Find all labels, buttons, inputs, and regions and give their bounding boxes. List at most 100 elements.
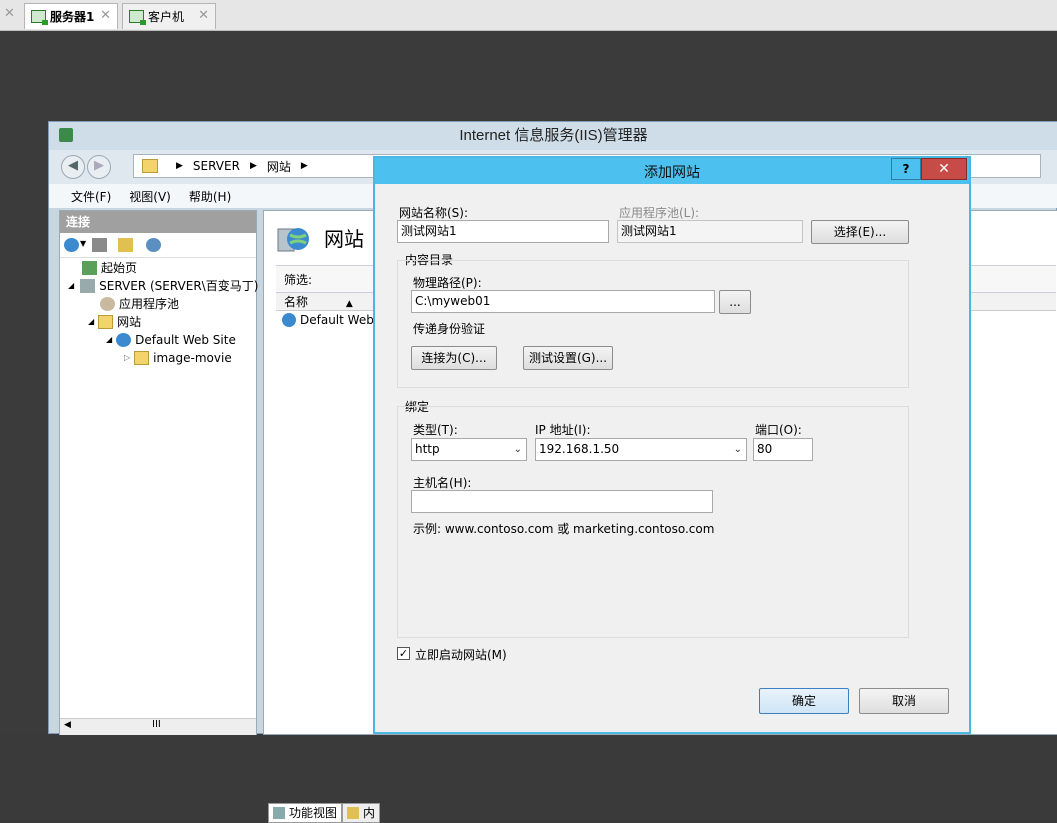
collapse-icon[interactable]: ▷: [124, 349, 130, 367]
sites-folder-icon: [98, 315, 114, 329]
disconnect-icon[interactable]: [146, 238, 161, 252]
chevron-right-icon: ▶: [249, 161, 257, 171]
up-folder-icon[interactable]: [118, 238, 133, 252]
app-pool-label: 应用程序池(L):: [619, 206, 700, 220]
vm-icon: [129, 10, 146, 25]
start-page-icon: [82, 261, 97, 275]
chevron-down-icon: ⌄: [733, 444, 742, 455]
horizontal-scrollbar[interactable]: ◀ III: [60, 718, 256, 735]
dialog-body: 网站名称(S): 测试网站1 应用程序池(L): 测试网站1 选择(E)... …: [379, 184, 965, 730]
breadcrumb-item[interactable]: 网站: [267, 158, 291, 175]
tab-label: 内: [363, 806, 376, 820]
vm-tab-label: 客户机: [148, 10, 185, 24]
tree-item-server[interactable]: ◢ SERVER (SERVER\百变马丁): [68, 277, 258, 295]
tree-item-label: 网站: [117, 315, 142, 329]
breadcrumb-item[interactable]: SERVER: [193, 159, 240, 173]
vm-tab-label: 服务器1: [50, 10, 95, 24]
ip-value: 192.168.1.50: [539, 442, 620, 456]
help-button[interactable]: ?: [891, 158, 921, 180]
tree-item-app-pools[interactable]: 应用程序池: [100, 295, 179, 313]
chevron-down-icon: ⌄: [513, 444, 522, 455]
chevron-right-icon: ▶: [176, 161, 183, 171]
iis-app-icon: [59, 128, 73, 142]
tree-item-image-movie[interactable]: ▷ image-movie: [124, 349, 232, 367]
vm-icon: [31, 10, 48, 25]
tree-item-default-web-site[interactable]: ◢ Default Web Site: [106, 331, 236, 349]
close-button[interactable]: ✕: [921, 158, 967, 180]
vm-tab-client[interactable]: 客户机 ✕: [122, 3, 216, 29]
tree-item-label: image-movie: [153, 351, 232, 365]
close-icon[interactable]: ✕: [4, 6, 15, 21]
connections-toolbar: ▼: [60, 233, 256, 258]
type-label: 类型(T):: [413, 423, 458, 437]
type-select[interactable]: http ⌄: [411, 438, 527, 461]
start-now-label[interactable]: 立即启动网站(M): [415, 646, 507, 663]
connections-header: 连接: [60, 211, 256, 233]
vm-tab-strip: ✕ 服务器1 ✕ 客户机 ✕: [0, 0, 1057, 31]
tree-item-label: SERVER (SERVER\百变马丁): [99, 279, 259, 293]
site-name-input[interactable]: 测试网站1: [397, 220, 609, 243]
tree-item-start-page[interactable]: 起始页: [82, 259, 137, 277]
content-view-icon: [347, 807, 360, 819]
tree-item-label: 起始页: [101, 261, 138, 275]
hostname-input[interactable]: [411, 490, 713, 513]
expand-icon[interactable]: ◢: [68, 277, 74, 295]
back-icon[interactable]: ◀: [61, 155, 85, 179]
app-pool-icon: [100, 297, 115, 311]
tab-content-view[interactable]: 内: [342, 803, 381, 823]
dialog-title: 添加网站: [375, 158, 969, 184]
scroll-thumb[interactable]: III: [152, 719, 161, 730]
expand-icon[interactable]: ◢: [106, 331, 112, 349]
vm-tab-server1[interactable]: 服务器1 ✕: [24, 3, 118, 29]
chevron-right-icon: ▶: [300, 161, 308, 171]
tree-item-label: Default Web Site: [135, 333, 236, 347]
connect-globe-icon[interactable]: [64, 238, 79, 252]
tree-item-label: 应用程序池: [119, 297, 180, 311]
test-settings-button[interactable]: 测试设置(G)...: [523, 346, 613, 370]
save-icon[interactable]: [92, 238, 107, 252]
server-icon: [80, 279, 96, 293]
ok-button[interactable]: 确定: [759, 688, 849, 714]
sort-ascending-icon: ▲: [345, 299, 353, 309]
connect-as-button[interactable]: 连接为(C)...: [411, 346, 497, 370]
browse-button[interactable]: ...: [719, 290, 751, 314]
features-view-icon: [273, 807, 285, 819]
forward-icon[interactable]: ▶: [87, 155, 111, 179]
menu-help[interactable]: 帮助(H): [189, 188, 231, 205]
view-tabs: 功能视图 内: [268, 803, 381, 823]
connections-panel: 连接 ▼ 起始页 ◢ SERVER (SERVER\百变马丁) 应用程序池 ◢ …: [59, 210, 258, 735]
physical-path-input[interactable]: C:\myweb01: [411, 290, 715, 313]
add-website-dialog: 添加网站 ? ✕ 网站名称(S): 测试网站1 应用程序池(L): 测试网站1 …: [373, 156, 971, 734]
site-name-label: 网站名称(S):: [399, 206, 469, 220]
table-row[interactable]: Default Web: [282, 313, 374, 327]
close-icon[interactable]: ✕: [198, 8, 209, 23]
menu-view[interactable]: 视图(V): [129, 188, 171, 205]
ip-address-label: IP 地址(I):: [535, 423, 591, 437]
example-text: 示例: www.contoso.com 或 marketing.contoso.…: [413, 522, 715, 536]
port-input[interactable]: 80: [753, 438, 813, 461]
close-icon[interactable]: ✕: [100, 8, 111, 23]
tab-features-view[interactable]: 功能视图: [268, 803, 343, 823]
site-name: Default Web: [300, 313, 374, 327]
window-title: Internet 信息服务(IIS)管理器: [49, 122, 1057, 150]
scroll-left-icon[interactable]: ◀: [64, 720, 71, 730]
select-app-pool-button[interactable]: 选择(E)...: [811, 220, 909, 244]
passthrough-auth-label: 传递身份验证: [413, 322, 486, 336]
globe-icon: [282, 313, 296, 327]
hostname-label: 主机名(H):: [413, 476, 472, 490]
start-now-checkbox[interactable]: ✓: [397, 647, 410, 660]
menu-file[interactable]: 文件(F): [71, 188, 111, 205]
tree-item-sites[interactable]: ◢ 网站: [88, 313, 141, 331]
folder-icon: [142, 159, 158, 173]
port-label: 端口(O):: [755, 423, 802, 437]
cancel-button[interactable]: 取消: [859, 688, 949, 714]
sites-globe-icon: [276, 223, 310, 255]
chevron-down-icon[interactable]: ▼: [80, 239, 86, 248]
folder-icon: [134, 351, 150, 365]
expand-icon[interactable]: ◢: [88, 313, 94, 331]
physical-path-label: 物理路径(P):: [413, 276, 482, 290]
ip-address-select[interactable]: 192.168.1.50 ⌄: [535, 438, 747, 461]
type-value: http: [415, 442, 440, 456]
tab-label: 功能视图: [289, 806, 338, 820]
app-pool-field: 测试网站1: [617, 220, 803, 243]
